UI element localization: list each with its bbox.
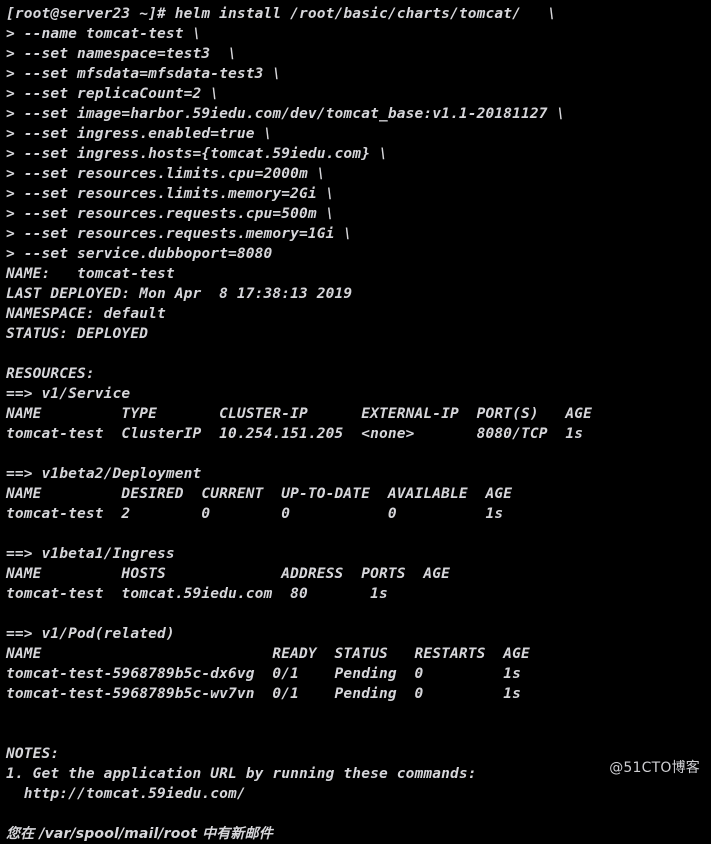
terminal-line: [root@server23 ~]# helm install /root/ba…: [6, 6, 557, 22]
terminal-line: NAME HOSTS ADDRESS PORTS AGE: [6, 566, 450, 582]
terminal-line: NOTES:: [6, 746, 60, 762]
terminal-line: NAME DESIRED CURRENT UP-TO-DATE AVAILABL…: [6, 486, 513, 502]
terminal-line: > --set ingress.hosts={tomcat.59iedu.com…: [6, 146, 388, 162]
terminal-window[interactable]: [root@server23 ~]# helm install /root/ba…: [0, 0, 711, 842]
terminal-line: > --set resources.requests.cpu=500m \: [6, 206, 335, 222]
terminal-line: NAMESPACE: default: [6, 306, 166, 322]
terminal-line: ==> v1/Service: [6, 386, 131, 402]
terminal-line: > --set service.dubboport=8080: [6, 246, 273, 262]
terminal-line: LAST DEPLOYED: Mon Apr 8 17:38:13 2019: [6, 286, 353, 302]
terminal-line: tomcat-test-5968789b5c-dx6vg 0/1 Pending…: [6, 666, 522, 682]
terminal-line: RESOURCES:: [6, 366, 95, 382]
terminal-line: 1. Get the application URL by running th…: [6, 766, 477, 782]
terminal-line: > --name tomcat-test \: [6, 26, 202, 42]
terminal-line: tomcat-test-5968789b5c-wv7vn 0/1 Pending…: [6, 686, 522, 702]
terminal-line: http://tomcat.59iedu.com/: [6, 786, 246, 802]
terminal-line: > --set replicaCount=2 \: [6, 86, 220, 102]
terminal-line: > --set resources.limits.cpu=2000m \: [6, 166, 326, 182]
terminal-line: NAME: tomcat-test: [6, 266, 175, 282]
terminal-line: tomcat-test tomcat.59iedu.com 80 1s: [6, 586, 388, 602]
terminal-line: 您在 /var/spool/mail/root 中有新邮件: [6, 826, 273, 842]
terminal-line: > --set image=harbor.59iedu.com/dev/tomc…: [6, 106, 566, 122]
terminal-line: > --set resources.limits.memory=2Gi \: [6, 186, 335, 202]
terminal-line: ==> v1beta2/Deployment: [6, 466, 202, 482]
terminal-line: tomcat-test ClusterIP 10.254.151.205 <no…: [6, 426, 584, 442]
terminal-line: tomcat-test 2 0 0 0 1s: [6, 506, 504, 522]
terminal-line: > --set resources.requests.memory=1Gi \: [6, 226, 353, 242]
terminal-line: NAME TYPE CLUSTER-IP EXTERNAL-IP PORT(S)…: [6, 406, 593, 422]
terminal-line: NAME READY STATUS RESTARTS AGE: [6, 646, 530, 662]
terminal-line: > --set namespace=test3 \: [6, 46, 237, 62]
terminal-line: STATUS: DEPLOYED: [6, 326, 149, 342]
terminal-line: > --set mfsdata=mfsdata-test3 \: [6, 66, 282, 82]
terminal-line: > --set ingress.enabled=true \: [6, 126, 273, 142]
terminal-line: ==> v1/Pod(related): [6, 626, 175, 642]
watermark: @51CTO博客: [609, 760, 700, 776]
terminal-output: [root@server23 ~]# helm install /root/ba…: [0, 4, 711, 844]
terminal-line: ==> v1beta1/Ingress: [6, 546, 175, 562]
